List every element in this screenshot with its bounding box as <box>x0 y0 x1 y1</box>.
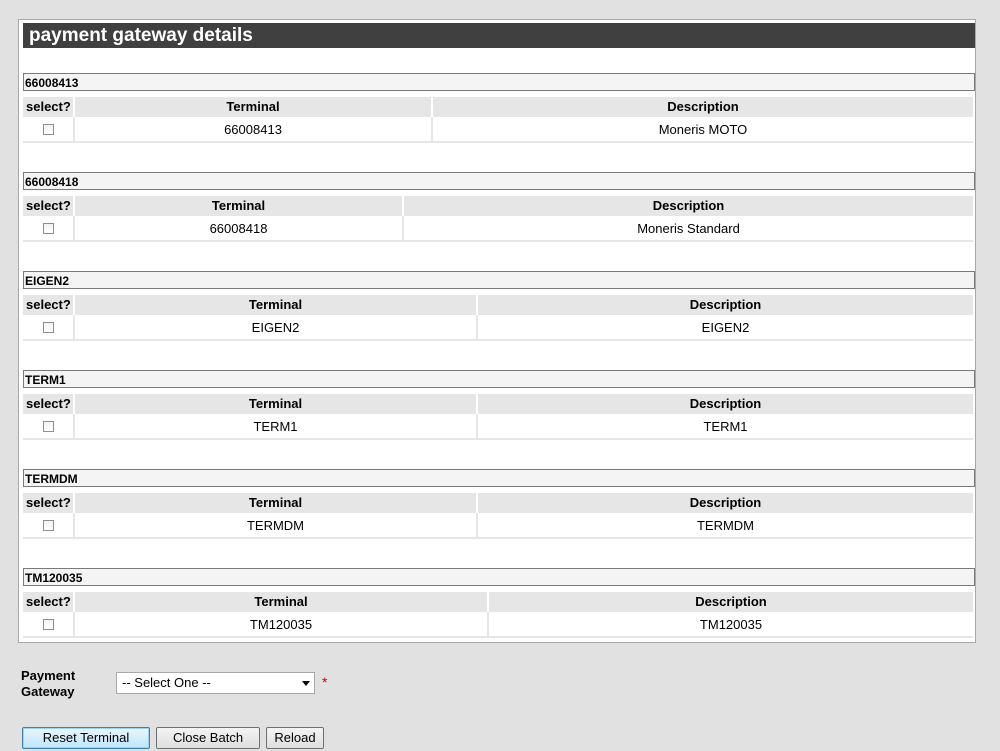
terminal-table: select? Terminal Description TERM1 TERM1 <box>23 394 975 440</box>
select-column-header: select? <box>23 394 75 414</box>
description-column-header: Description <box>478 295 973 315</box>
select-cell <box>23 216 75 242</box>
gateway-group: TERM1 select? Terminal Description TERM1… <box>23 370 975 440</box>
terminal-column-header: Terminal <box>75 196 404 216</box>
description-cell: TERM1 <box>478 414 973 440</box>
payment-gateway-select-value: -- Select One -- <box>122 675 211 690</box>
gateway-group: TM120035 select? Terminal Description TM… <box>23 568 975 638</box>
payment-gateway-label-line2: Gateway <box>21 684 75 699</box>
select-checkbox[interactable] <box>42 619 54 630</box>
select-checkbox[interactable] <box>42 223 54 234</box>
close-batch-button[interactable]: Close Batch <box>156 727 260 749</box>
reload-button[interactable]: Reload <box>266 727 324 749</box>
group-header: 66008413 <box>23 73 975 91</box>
terminal-cell: TM120035 <box>75 612 489 638</box>
terminal-column-header: Terminal <box>75 97 433 117</box>
select-column-header: select? <box>23 295 75 315</box>
panel-title: payment gateway details <box>23 23 975 48</box>
terminal-table: select? Terminal Description 66008418 Mo… <box>23 196 975 242</box>
group-header: TERM1 <box>23 370 975 388</box>
description-cell: EIGEN2 <box>478 315 973 341</box>
description-column-header: Description <box>433 97 973 117</box>
select-column-header: select? <box>23 592 75 612</box>
gateway-group: TERMDM select? Terminal Description TERM… <box>23 469 975 539</box>
select-checkbox[interactable] <box>42 124 54 135</box>
terminal-cell: 66008413 <box>75 117 433 143</box>
select-cell <box>23 513 75 539</box>
group-header: TERMDM <box>23 469 975 487</box>
terminal-table: select? Terminal Description EIGEN2 EIGE… <box>23 295 975 341</box>
payment-gateway-panel: payment gateway details 66008413 select?… <box>18 19 976 643</box>
description-cell: TERMDM <box>478 513 973 539</box>
select-cell <box>23 315 75 341</box>
terminal-column-header: Terminal <box>75 592 489 612</box>
group-header: EIGEN2 <box>23 271 975 289</box>
gateway-group: 66008413 select? Terminal Description 66… <box>23 73 975 143</box>
terminal-table: select? Terminal Description TERMDM TERM… <box>23 493 975 539</box>
description-column-header: Description <box>489 592 973 612</box>
payment-gateway-label-line1: Payment <box>21 668 76 683</box>
group-header: TM120035 <box>23 568 975 586</box>
terminal-cell: TERM1 <box>75 414 478 440</box>
terminal-column-header: Terminal <box>75 493 478 513</box>
gateway-group: EIGEN2 select? Terminal Description EIGE… <box>23 271 975 341</box>
description-cell: TM120035 <box>489 612 973 638</box>
group-header: 66008418 <box>23 172 975 190</box>
description-cell: Moneris MOTO <box>433 117 973 143</box>
payment-gateway-label: Payment Gateway <box>21 668 75 700</box>
payment-gateway-select[interactable]: -- Select One -- <box>116 672 315 694</box>
select-checkbox[interactable] <box>42 421 54 432</box>
terminal-cell: TERMDM <box>75 513 478 539</box>
select-column-header: select? <box>23 196 75 216</box>
gateway-group: 66008418 select? Terminal Description 66… <box>23 172 975 242</box>
reset-terminal-button[interactable]: Reset Terminal <box>22 727 150 749</box>
terminal-column-header: Terminal <box>75 394 478 414</box>
select-column-header: select? <box>23 493 75 513</box>
terminal-table: select? Terminal Description 66008413 Mo… <box>23 97 975 143</box>
select-checkbox[interactable] <box>42 322 54 333</box>
dropdown-arrow-icon <box>302 681 310 686</box>
select-cell <box>23 117 75 143</box>
select-checkbox[interactable] <box>42 520 54 531</box>
terminal-table: select? Terminal Description TM120035 TM… <box>23 592 975 638</box>
required-marker: * <box>322 674 328 690</box>
description-column-header: Description <box>404 196 973 216</box>
description-cell: Moneris Standard <box>404 216 973 242</box>
select-cell <box>23 612 75 638</box>
terminal-cell: 66008418 <box>75 216 404 242</box>
terminal-column-header: Terminal <box>75 295 478 315</box>
select-cell <box>23 414 75 440</box>
terminal-cell: EIGEN2 <box>75 315 478 341</box>
description-column-header: Description <box>478 394 973 414</box>
description-column-header: Description <box>478 493 973 513</box>
select-column-header: select? <box>23 97 75 117</box>
